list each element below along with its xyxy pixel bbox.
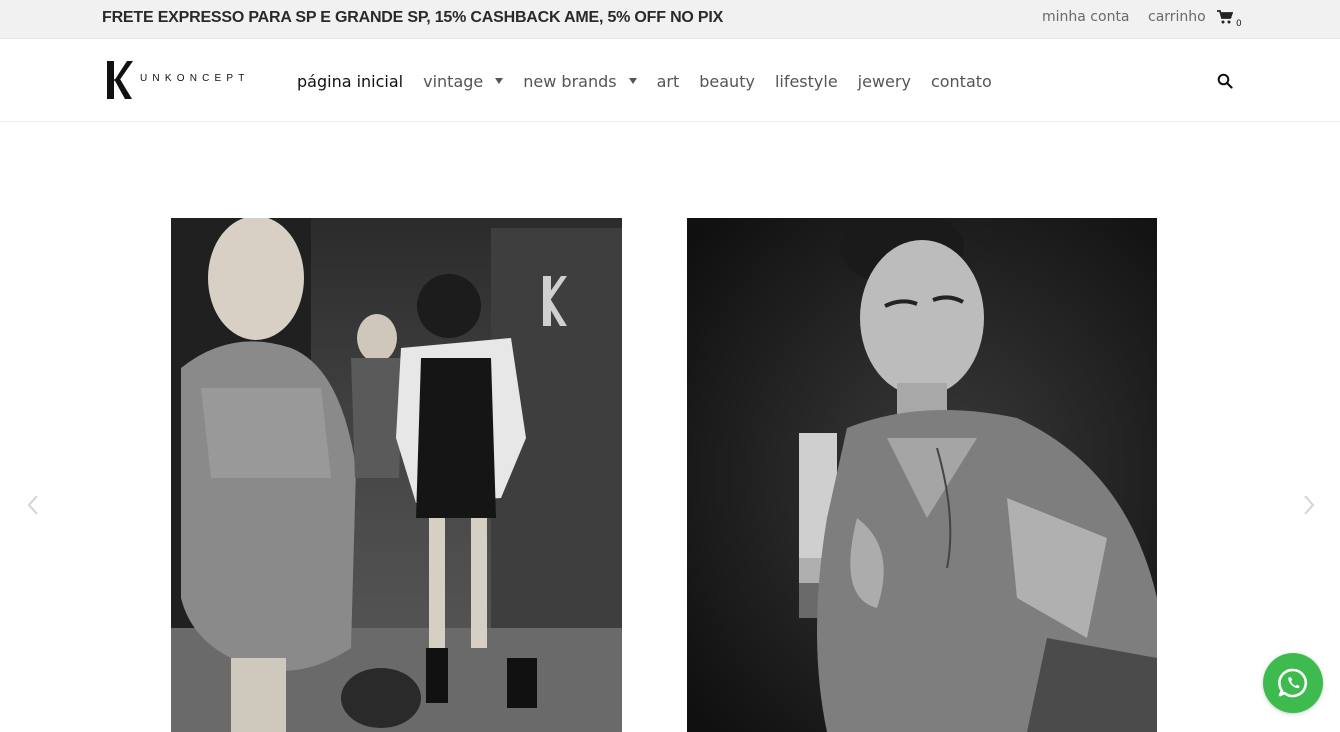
announcement-bar: FRETE EXPRESSO PARA SP E GRANDE SP, 15% … bbox=[0, 0, 1340, 39]
search-icon[interactable] bbox=[1217, 73, 1233, 89]
nav-item-beauty[interactable]: beauty bbox=[699, 72, 755, 91]
account-link[interactable]: minha conta bbox=[1042, 9, 1130, 25]
caret-down-icon bbox=[628, 78, 637, 84]
nav-item-art[interactable]: art bbox=[657, 72, 680, 91]
editorial-photo-man[interactable] bbox=[687, 218, 1157, 732]
nav-item-contato[interactable]: contato bbox=[931, 72, 992, 91]
whatsapp-icon bbox=[1278, 668, 1308, 698]
nav-item-new-brands[interactable]: new brands bbox=[523, 72, 637, 91]
logo-wordmark: UNKONCEPT bbox=[140, 73, 250, 84]
nav-item-jewery[interactable]: jewery bbox=[858, 72, 911, 91]
cart-link[interactable]: carrinho bbox=[1148, 9, 1206, 25]
logo-mark bbox=[107, 61, 133, 99]
promo-text: FRETE EXPRESSO PARA SP E GRANDE SP, 15% … bbox=[102, 9, 724, 26]
chevron-right-icon[interactable] bbox=[1302, 494, 1316, 516]
nav-item-lifestyle[interactable]: lifestyle bbox=[775, 72, 838, 91]
chevron-left-icon[interactable] bbox=[26, 494, 40, 516]
nav-item-home[interactable]: página inicial bbox=[297, 72, 403, 91]
editorial-photo-women[interactable] bbox=[171, 218, 622, 732]
caret-down-icon bbox=[495, 78, 504, 84]
main-nav: página inicial vintage new brands art be… bbox=[297, 69, 1012, 93]
whatsapp-button[interactable] bbox=[1263, 653, 1323, 713]
nav-item-vintage[interactable]: vintage bbox=[423, 72, 504, 91]
cart-icon[interactable] bbox=[1217, 10, 1233, 24]
site-header: UNKONCEPT página inicial vintage new bra… bbox=[0, 39, 1340, 122]
logo[interactable]: UNKONCEPT bbox=[106, 59, 256, 101]
cart-count: 0 bbox=[1236, 19, 1242, 29]
